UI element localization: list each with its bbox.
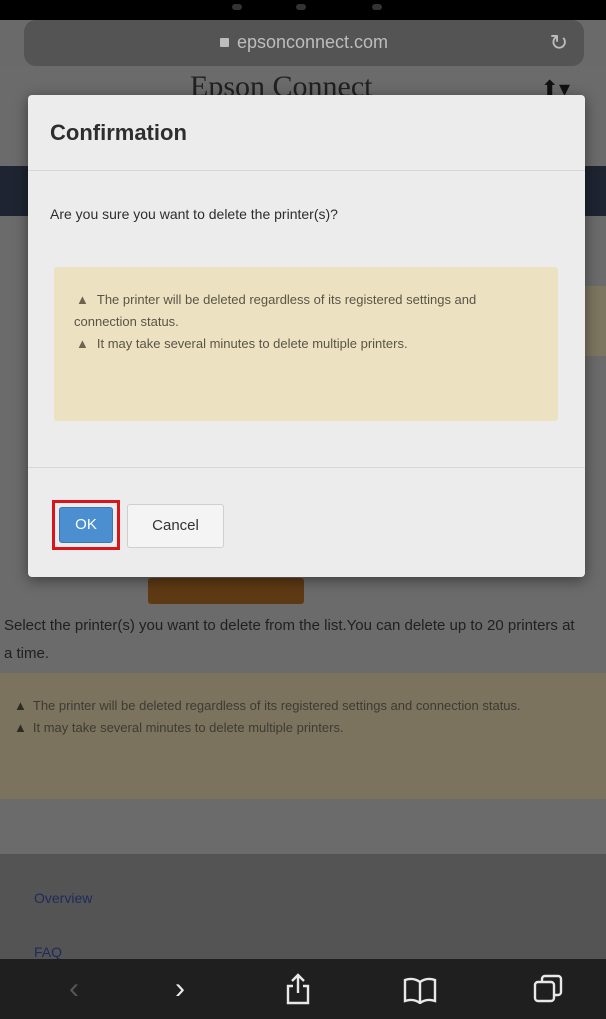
back-icon[interactable]: ‹: [54, 971, 94, 1007]
dialog-warning-text-2: It may take several minutes to delete mu…: [96, 336, 408, 351]
dialog-footer: OK Cancel: [28, 467, 585, 577]
url-text: epsonconnect.com: [236, 32, 389, 52]
forward-icon[interactable]: ›: [160, 971, 200, 1007]
page-warning-line: ▲ The printer will be deleted regardless …: [14, 695, 592, 717]
reload-icon[interactable]: ↻: [550, 30, 568, 56]
status-indicator: [372, 4, 382, 10]
ok-button[interactable]: OK: [59, 507, 113, 543]
page-footer: Overview FAQ: [0, 854, 606, 960]
share-icon[interactable]: [278, 971, 318, 1007]
browser-toolbar: ‹ ›: [0, 959, 606, 1019]
page-warning-text-1: The printer will be deleted regardless o…: [32, 698, 521, 713]
warning-icon: ▲: [76, 336, 89, 351]
lock-icon: [219, 38, 229, 47]
page-warning-line: ▲ It may take several minutes to delete m…: [14, 717, 592, 739]
status-indicator: [232, 4, 242, 10]
dialog-warning-line: ▲ The printer will be deleted regardless …: [74, 289, 540, 333]
warning-icon: ▲: [76, 292, 89, 307]
dialog-warning-line: ▲ It may take several minutes to delete m…: [74, 333, 540, 355]
warning-icon: ▲: [14, 698, 27, 713]
dialog-question: Are you sure you want to delete the prin…: [50, 206, 338, 222]
page-warning-box: ▲ The printer will be deleted regardless …: [0, 673, 606, 799]
dialog-warning-box: ▲ The printer will be deleted regardless …: [54, 267, 558, 421]
delete-button-background: [148, 578, 304, 604]
dialog-title: Confirmation: [50, 120, 187, 145]
ok-button-highlight: OK: [52, 500, 120, 550]
dialog-warning-text-1: The printer will be deleted regardless o…: [74, 292, 477, 329]
cancel-button[interactable]: Cancel: [127, 504, 224, 548]
dialog-header: Confirmation: [28, 95, 585, 171]
footer-link-overview: Overview: [34, 890, 93, 906]
status-bar: [0, 0, 606, 20]
status-indicator: [296, 4, 306, 10]
page-warning-text-2: It may take several minutes to delete mu…: [32, 720, 344, 735]
warning-icon: ▲: [14, 720, 27, 735]
bookmarks-icon[interactable]: [400, 971, 440, 1007]
tabs-icon[interactable]: [528, 971, 568, 1007]
address-bar[interactable]: epsonconnect.com ↻: [24, 20, 584, 66]
confirmation-dialog: Confirmation Are you sure you want to de…: [28, 95, 585, 577]
footer-link-faq: FAQ: [34, 944, 63, 960]
url-display[interactable]: epsonconnect.com: [24, 32, 584, 53]
instructions-text: Select the printer(s) you want to delete…: [4, 617, 575, 662]
